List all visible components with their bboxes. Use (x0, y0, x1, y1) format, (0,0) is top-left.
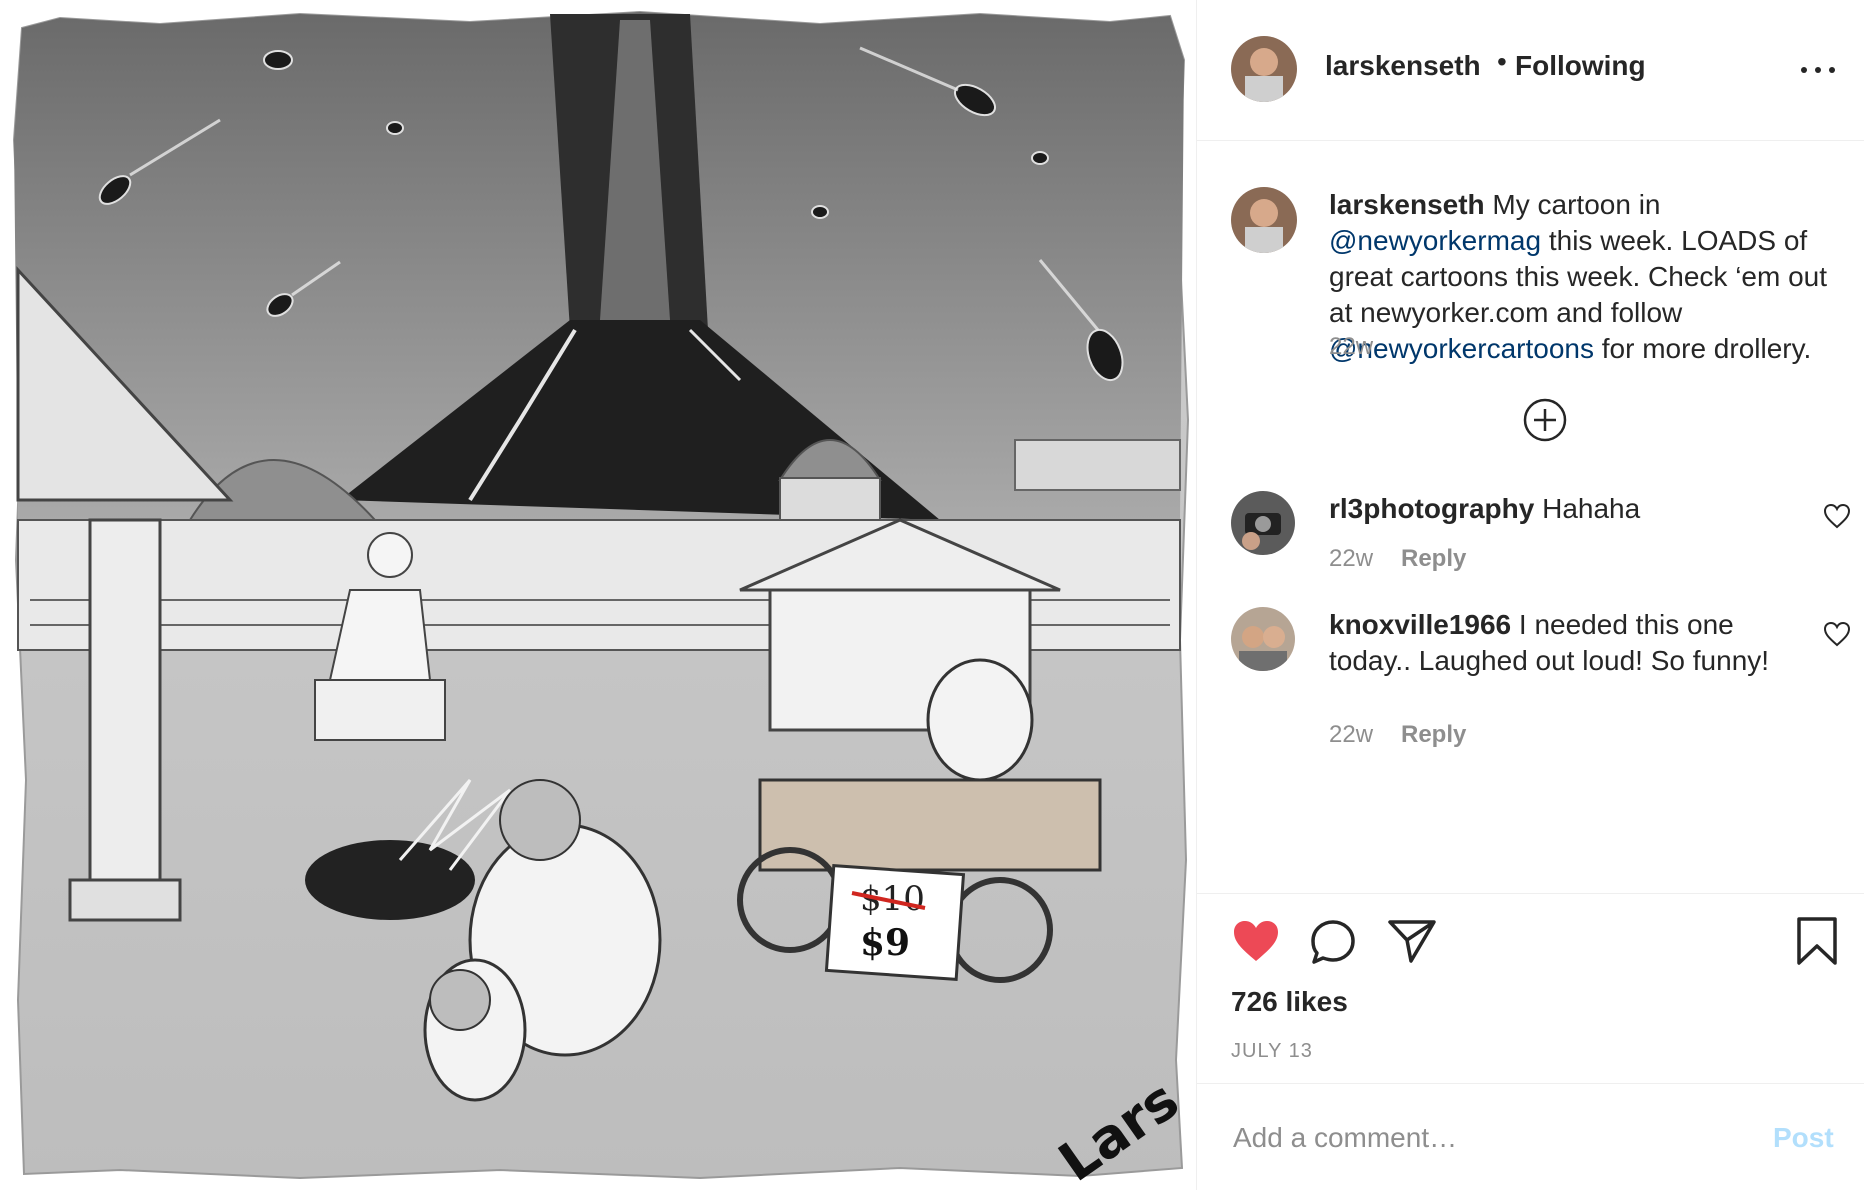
post-image[interactable]: $10 $9 Lars (0, 0, 1196, 1190)
instagram-post: $10 $9 Lars larskenseth • Following lars… (0, 0, 1864, 1190)
author-username[interactable]: larskenseth (1325, 50, 1481, 82)
more-options-icon[interactable] (1799, 52, 1839, 88)
comment-icon[interactable] (1309, 918, 1357, 971)
old-price-text: $10 (860, 879, 925, 919)
bookmark-icon[interactable] (1795, 916, 1839, 971)
comment-timestamp[interactable]: 22w (1329, 545, 1373, 573)
comment-timestamp[interactable]: 22w (1329, 721, 1373, 749)
add-comment-input[interactable] (1231, 1114, 1735, 1162)
likes-count[interactable]: 726 likes (1231, 986, 1348, 1018)
post-side-panel: larskenseth • Following larskenseth My c… (1196, 0, 1864, 1190)
caption-username[interactable]: larskenseth (1329, 189, 1485, 220)
post-header: larskenseth • Following (1197, 0, 1864, 141)
comment-text: knoxville1966 I needed this one today.. … (1329, 607, 1809, 679)
comment-username[interactable]: rl3photography (1329, 493, 1534, 524)
add-comment-bar: Post (1197, 1083, 1864, 1191)
plus-circle-icon[interactable] (1522, 397, 1568, 443)
reply-button[interactable]: Reply (1401, 545, 1466, 573)
new-price-text: $9 (860, 922, 910, 964)
comment-username[interactable]: knoxville1966 (1329, 609, 1511, 640)
paper-plane-icon[interactable] (1387, 918, 1437, 969)
comment-body: Hahaha (1534, 493, 1641, 524)
cartoon-illustration: $10 $9 Lars (12, 10, 1190, 1190)
reply-button[interactable]: Reply (1401, 721, 1466, 749)
commenter-avatar[interactable] (1231, 607, 1295, 671)
author-avatar[interactable] (1231, 36, 1297, 102)
comment-like-heart-icon[interactable] (1823, 503, 1851, 529)
separator-dot: • (1497, 46, 1507, 77)
mention-newyorkermag[interactable]: @newyorkermag (1329, 225, 1541, 256)
post-date[interactable]: JULY 13 (1231, 1040, 1313, 1063)
post-actions: 726 likes JULY 13 (1197, 893, 1864, 1084)
comment-like-heart-icon[interactable] (1823, 621, 1851, 647)
following-button[interactable]: Following (1515, 50, 1646, 82)
heart-filled-icon[interactable] (1231, 918, 1281, 969)
post-caption: larskenseth My cartoon in @newyorkermag … (1329, 187, 1839, 367)
caption-author-avatar[interactable] (1231, 187, 1297, 253)
comments-section: larskenseth My cartoon in @newyorkermag … (1197, 141, 1864, 893)
post-comment-button[interactable]: Post (1773, 1122, 1834, 1154)
commenter-avatar[interactable] (1231, 491, 1295, 555)
caption-timestamp[interactable]: 22w (1329, 333, 1373, 361)
comment-text: rl3photography Hahaha (1329, 491, 1809, 527)
caption-text: for more drollery. (1593, 333, 1812, 364)
caption-text: My cartoon in (1484, 189, 1661, 220)
